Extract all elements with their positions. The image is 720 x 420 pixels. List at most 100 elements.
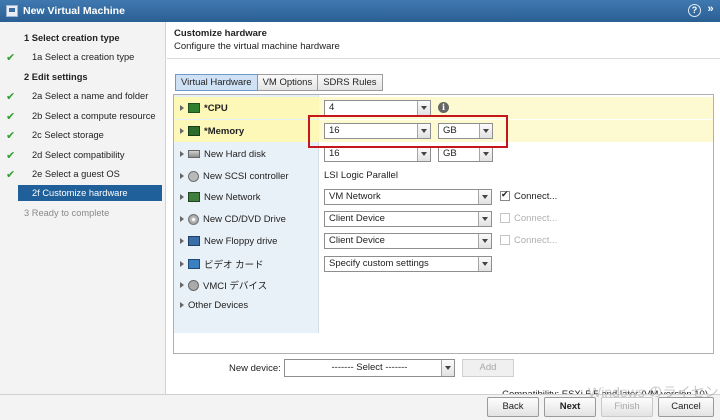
- step-2f-active[interactable]: 2f Customize hardware: [18, 185, 162, 201]
- network-icon: [188, 192, 200, 202]
- cd-select[interactable]: Client Device: [324, 211, 492, 227]
- step-label: 2 Edit settings: [24, 72, 88, 82]
- hw-row-cd: New CD/DVD Drive Client Device Connect..…: [174, 208, 713, 230]
- chevron-down-icon[interactable]: [478, 257, 491, 271]
- expand-arrow-icon[interactable]: [180, 105, 184, 111]
- hw-label-cpu[interactable]: *CPU: [174, 97, 319, 119]
- step-label: 2d Select compatibility: [32, 150, 125, 160]
- check-icon: ✔: [6, 110, 16, 123]
- new-device-select[interactable]: ------- Select -------: [284, 359, 455, 377]
- step-3: 3 Ready to complete: [0, 205, 166, 221]
- device-name: New SCSI controller: [203, 170, 289, 182]
- expand-arrow-icon[interactable]: [180, 151, 184, 157]
- hw-label-other[interactable]: Other Devices: [174, 294, 319, 316]
- device-name: *Memory: [204, 125, 245, 137]
- hw-label-network[interactable]: New Network: [174, 186, 319, 208]
- expand-arrow-icon[interactable]: [180, 173, 184, 179]
- step-label: 1 Select creation type: [24, 33, 120, 43]
- device-name: New Floppy drive: [204, 235, 278, 247]
- network-select[interactable]: VM Network: [324, 189, 492, 205]
- hard-disk-icon: [188, 150, 200, 158]
- activation-watermark: Windows のライセンス: [588, 384, 720, 400]
- step-1a[interactable]: ✔ 1a Select a creation type: [0, 49, 166, 65]
- check-icon: ✔: [6, 129, 16, 142]
- device-name: VMCI デバイス: [203, 281, 268, 292]
- chevron-down-icon[interactable]: [441, 360, 454, 376]
- connect-label: Connect...: [514, 213, 558, 224]
- hw-label-floppy[interactable]: New Floppy drive: [174, 230, 319, 252]
- video-value: Specify custom settings: [329, 258, 429, 269]
- chevron-down-icon[interactable]: [479, 147, 492, 161]
- hw-label-disk[interactable]: New Hard disk: [174, 143, 319, 165]
- hw-row-floppy: New Floppy drive Client Device Connect..…: [174, 230, 713, 252]
- step-label: 1a Select a creation type: [32, 52, 135, 62]
- step-2e[interactable]: ✔ 2e Select a guest OS: [0, 166, 166, 182]
- back-button[interactable]: Back: [487, 397, 539, 417]
- floppy-icon: [188, 236, 200, 246]
- main-content: Customize hardware Configure the virtual…: [167, 22, 720, 400]
- step-2a[interactable]: ✔ 2a Select a name and folder: [0, 88, 166, 104]
- video-card-icon: [188, 259, 200, 269]
- step-2d[interactable]: ✔ 2d Select compatibility: [0, 147, 166, 163]
- hw-label-scsi[interactable]: New SCSI controller: [174, 165, 319, 187]
- step-label: 2e Select a guest OS: [32, 169, 120, 179]
- new-device-label: New device:: [229, 363, 281, 374]
- disk-size-input[interactable]: 16: [324, 146, 431, 162]
- page-title: Customize hardware: [174, 28, 267, 39]
- hw-label-video[interactable]: ビデオ カード: [174, 253, 319, 275]
- expand-icon[interactable]: »: [704, 4, 717, 17]
- step-1[interactable]: 1 Select creation type: [0, 30, 166, 46]
- device-name: Other Devices: [188, 299, 249, 311]
- device-name: New Network: [204, 191, 261, 203]
- hw-label-cd[interactable]: New CD/DVD Drive: [174, 208, 319, 230]
- device-name: New CD/DVD Drive: [203, 213, 286, 225]
- floppy-value: Client Device: [329, 235, 385, 246]
- expand-arrow-icon[interactable]: [180, 261, 184, 267]
- expand-arrow-icon[interactable]: [180, 194, 184, 200]
- expand-arrow-icon[interactable]: [180, 216, 184, 222]
- step-2c[interactable]: ✔ 2c Select storage: [0, 127, 166, 143]
- tab-vm-options[interactable]: VM Options: [257, 74, 319, 91]
- vmci-icon: [188, 279, 199, 291]
- disk-unit: GB: [443, 148, 457, 159]
- tab-sdrs-rules[interactable]: SDRS Rules: [318, 74, 383, 91]
- tab-virtual-hardware[interactable]: Virtual Hardware: [175, 74, 258, 91]
- connect-label: Connect...: [514, 235, 558, 246]
- hw-row-video: ビデオ カード Specify custom settings: [174, 253, 713, 275]
- cpu-select[interactable]: 4: [324, 100, 431, 116]
- help-icon[interactable]: ?: [688, 4, 701, 17]
- window-icon: [6, 5, 18, 17]
- cd-connect-checkbox: [500, 213, 510, 223]
- expand-arrow-icon[interactable]: [180, 128, 184, 134]
- chevron-down-icon[interactable]: [417, 101, 430, 115]
- hw-label-memory[interactable]: *Memory: [174, 120, 319, 142]
- device-name: New Hard disk: [204, 148, 266, 160]
- video-select[interactable]: Specify custom settings: [324, 256, 492, 272]
- hw-label-vmci[interactable]: VMCI デバイス: [174, 274, 319, 296]
- network-value: VM Network: [329, 191, 381, 202]
- cpu-icon: [188, 103, 200, 113]
- network-connect-checkbox[interactable]: [500, 189, 510, 201]
- scsi-controller-icon: [188, 170, 199, 182]
- step-2b[interactable]: ✔ 2b Select a compute resource: [0, 108, 166, 124]
- chevron-down-icon[interactable]: [417, 147, 430, 161]
- add-device-button: Add: [462, 359, 514, 377]
- wizard-steps: 1 Select creation type ✔ 1a Select a cre…: [0, 22, 166, 394]
- device-name: ビデオ カード: [204, 260, 264, 271]
- hw-row-other: Other Devices: [174, 294, 713, 316]
- expand-arrow-icon[interactable]: [180, 238, 184, 244]
- chevron-down-icon[interactable]: [478, 212, 491, 226]
- chevron-down-icon[interactable]: [478, 234, 491, 248]
- info-icon[interactable]: i: [438, 102, 449, 113]
- expand-arrow-icon[interactable]: [180, 282, 184, 288]
- cd-value: Client Device: [329, 213, 385, 224]
- header-divider: [167, 58, 720, 59]
- floppy-select[interactable]: Client Device: [324, 233, 492, 249]
- chevron-down-icon[interactable]: [478, 190, 491, 204]
- disk-unit-select[interactable]: GB: [438, 146, 493, 162]
- window-titlebar: New Virtual Machine ? »: [0, 0, 720, 22]
- step-2[interactable]: 2 Edit settings: [0, 69, 166, 85]
- cd-dvd-icon: [188, 213, 199, 225]
- memory-highlight-box: [308, 115, 508, 148]
- expand-arrow-icon[interactable]: [180, 302, 184, 308]
